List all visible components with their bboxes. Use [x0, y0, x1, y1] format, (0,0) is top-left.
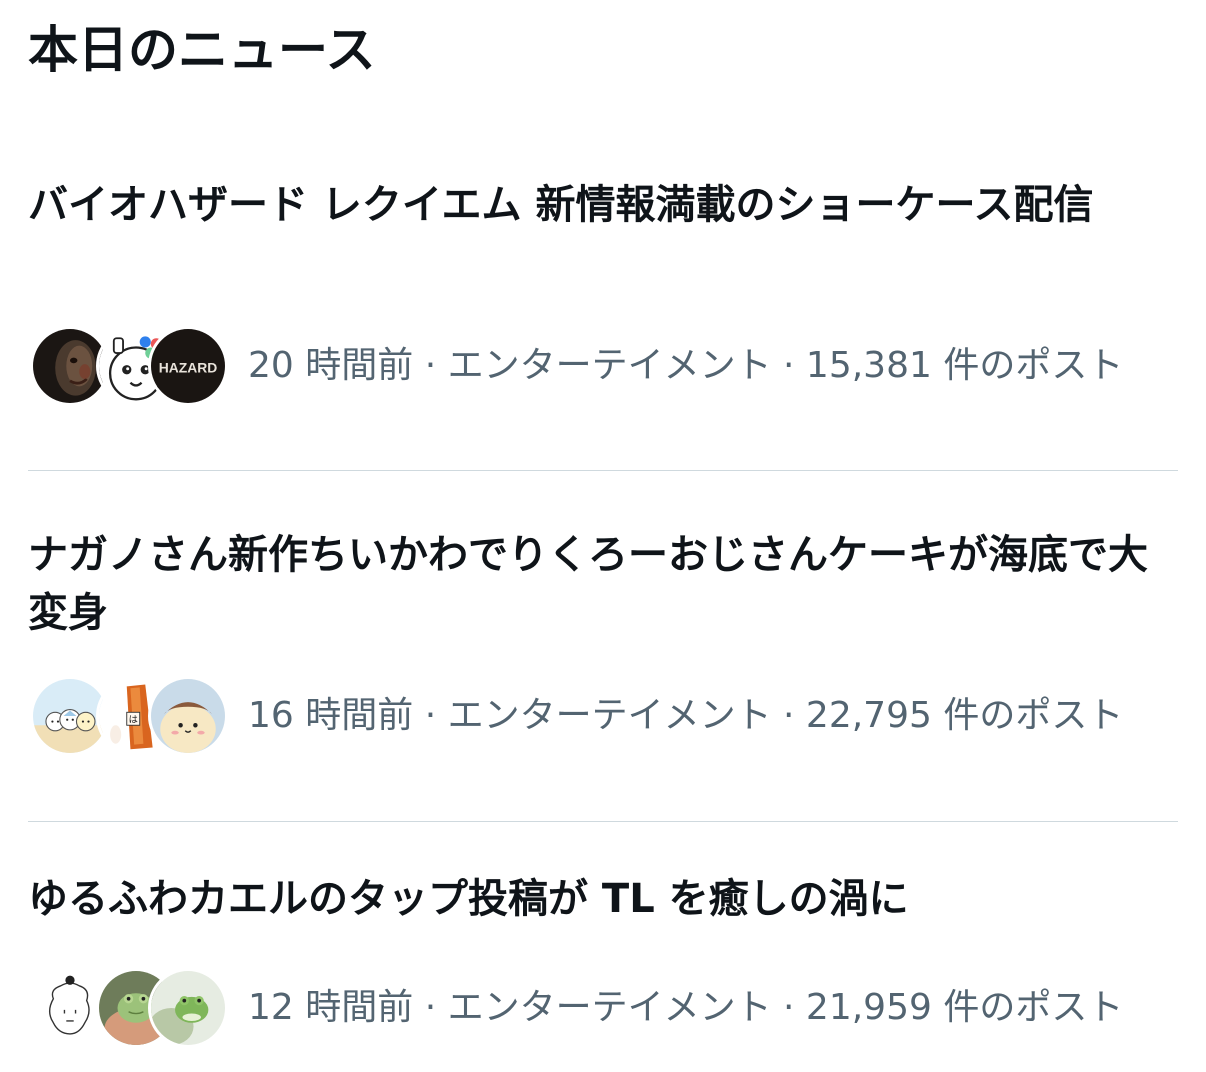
divider [28, 821, 1178, 822]
news-headline[interactable]: ナガノさん新作ちいかわでりくろーおじさんケーキが海底で大変身 [28, 526, 1178, 642]
avatar-stack [30, 966, 228, 1050]
avatar-stack: は [30, 674, 228, 758]
news-meta: 12 時間前 · エンターテイメント · 21,959 件のポスト [248, 987, 1124, 1028]
hachiware-avatar [148, 676, 228, 756]
news-meta: 16 時間前 · エンターテイメント · 22,795 件のポスト [248, 695, 1124, 736]
hazard-logo-text: HAZARD [159, 359, 218, 375]
news-headline[interactable]: バイオハザード レクイエム 新情報満載のショーケース配信 [28, 176, 1178, 234]
news-meta-row: は 16 時間前 · エンターテイメント · 22,795 件のポスト [30, 674, 1123, 758]
green-frog-avatar [148, 968, 228, 1048]
avatar-stack: HAZARD [30, 324, 228, 408]
divider [28, 470, 1178, 471]
news-meta-row: 12 時間前 · エンターテイメント · 21,959 件のポスト [30, 966, 1123, 1050]
news-meta-row: HAZARD 20 時間前 · エンターテイメント · 15,381 件のポスト [30, 324, 1123, 408]
hazard-logo-avatar: HAZARD [148, 326, 228, 406]
news-meta: 20 時間前 · エンターテイメント · 15,381 件のポスト [248, 345, 1124, 386]
svg-text:は: は [129, 714, 138, 725]
news-headline[interactable]: ゆるふわカエルのタップ投稿が TL を癒しの渦に [28, 870, 1178, 928]
section-title: 本日のニュース [28, 21, 376, 79]
